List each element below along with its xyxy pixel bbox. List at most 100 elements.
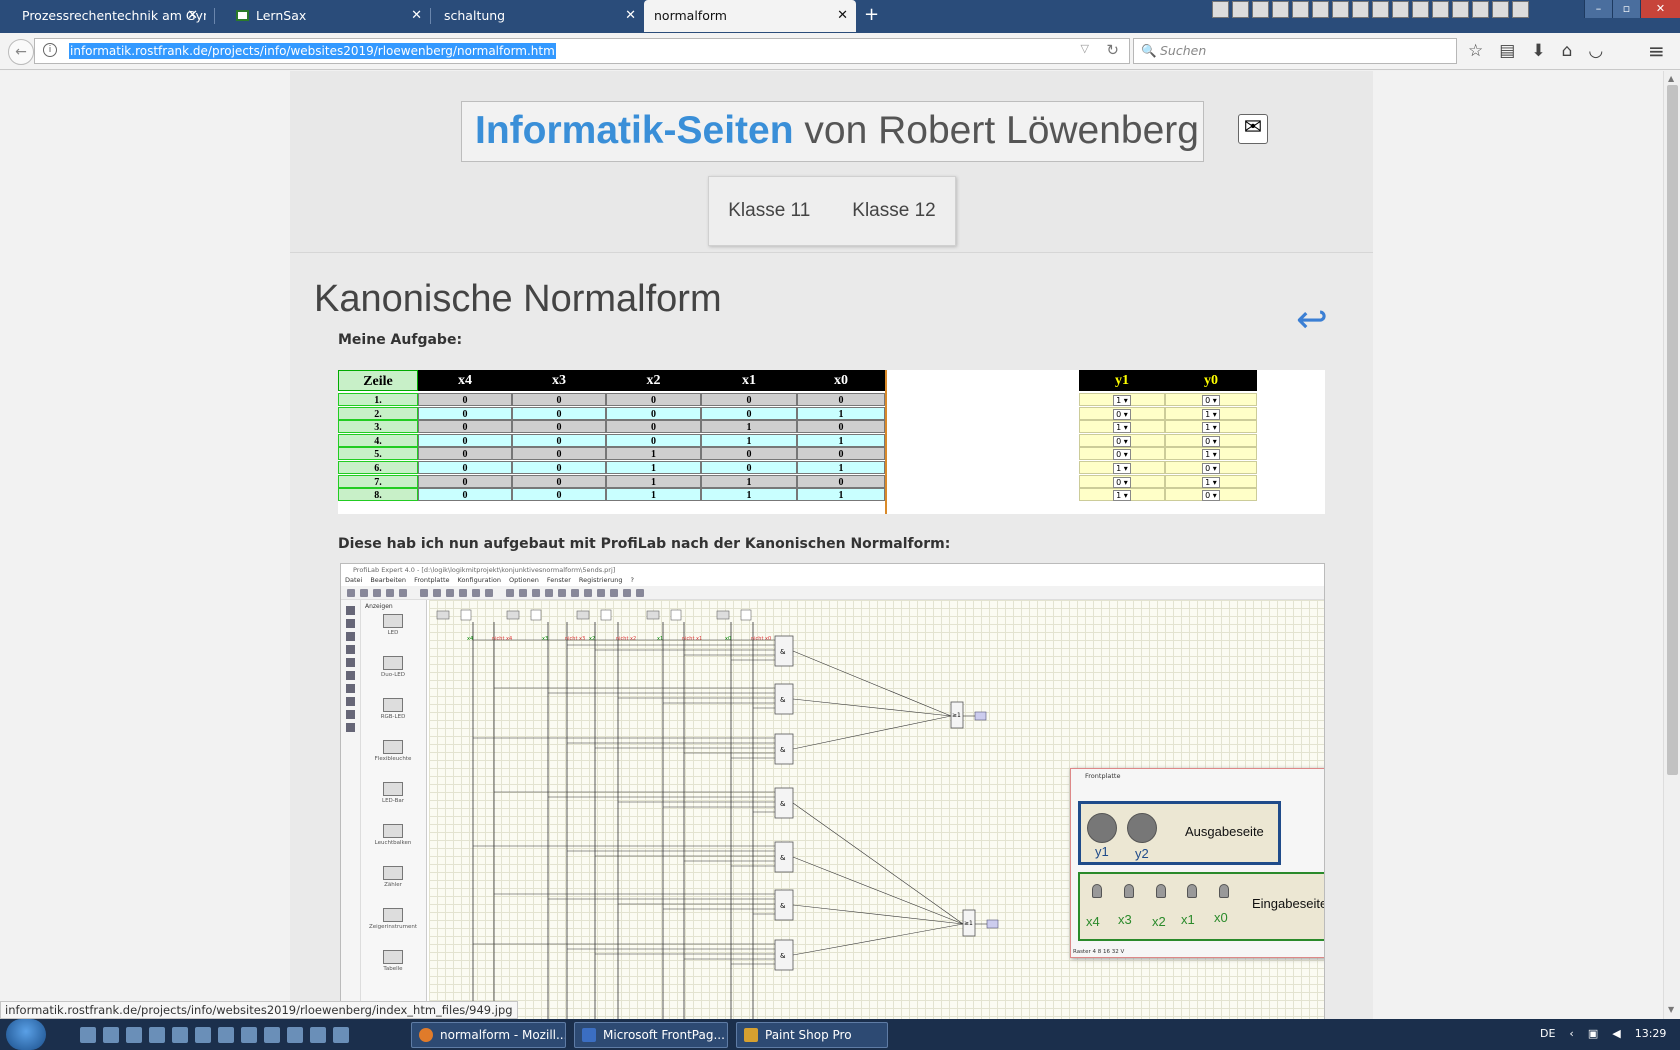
profilab-tool-icon[interactable] [433, 589, 441, 597]
tab-prozessrechentechnik[interactable]: Prozessrechentechnik am Gym... ✕ [0, 0, 206, 32]
palette-item[interactable]: Tabelle [365, 950, 421, 972]
nav-klasse-12[interactable]: Klasse 12 [852, 200, 935, 222]
reading-list-icon[interactable]: ▤ [1499, 41, 1515, 61]
profilab-tool-icon[interactable] [360, 589, 368, 597]
tool-icon[interactable] [346, 671, 355, 680]
taskbar-firefox[interactable]: normalform - Mozill... [411, 1022, 566, 1048]
output-select-y1[interactable]: 0 ▾ [1113, 435, 1131, 447]
output-select-y0[interactable]: 1 ▾ [1202, 408, 1220, 420]
profilab-menu-item[interactable]: Optionen [509, 576, 539, 584]
profilab-tool-icon[interactable] [459, 589, 467, 597]
pocket-icon[interactable]: ◡ [1588, 41, 1603, 61]
profilab-tool-icon[interactable] [386, 589, 394, 597]
output-select-y0[interactable]: 0 ▾ [1202, 395, 1220, 406]
app-icon[interactable] [195, 1027, 211, 1043]
output-select-y1[interactable]: 0 ▾ [1113, 476, 1131, 488]
app-icon[interactable] [264, 1027, 280, 1043]
app-icon[interactable] [126, 1027, 142, 1043]
app-icon[interactable] [149, 1027, 165, 1043]
taskbar-paintshop[interactable]: Paint Shop Pro [736, 1022, 888, 1048]
profilab-screenshot[interactable]: ProfiLab Expert 4.0 - [d:\logik\logikmit… [340, 563, 1325, 1019]
reply-back-arrow-icon[interactable]: ↩ [1296, 297, 1328, 341]
profilab-tool-icon[interactable] [472, 589, 480, 597]
app-icon[interactable] [310, 1027, 326, 1043]
vertical-scrollbar[interactable]: ▲ ▼ [1663, 71, 1680, 1019]
output-select-y0[interactable]: 1 ▾ [1202, 449, 1220, 461]
output-select-y1[interactable]: 1 ▾ [1113, 422, 1131, 434]
hamburger-menu-icon[interactable]: ≡ [1648, 39, 1665, 63]
tab-schaltung[interactable]: schaltung ✕ [430, 0, 644, 32]
bookmark-star-icon[interactable]: ☆ [1468, 41, 1483, 61]
close-tab-icon[interactable]: ✕ [837, 0, 848, 32]
palette-item[interactable]: Flexibleuchte [365, 740, 421, 762]
tool-icon[interactable] [346, 723, 355, 732]
input-bulb-x3[interactable] [1124, 884, 1134, 898]
tab-lernsax[interactable]: LernSax ✕ [214, 0, 430, 32]
output-select-y1[interactable]: 1 ▾ [1113, 463, 1131, 474]
volume-icon[interactable]: ◀ [1612, 1027, 1620, 1040]
profilab-menu-item[interactable]: Registrierung [579, 576, 623, 584]
app-icon[interactable] [1472, 1, 1489, 18]
input-bulb-x2[interactable] [1156, 884, 1166, 898]
profilab-tool-icon[interactable] [584, 589, 592, 597]
profilab-tool-icon[interactable] [347, 589, 355, 597]
profilab-menu-item[interactable]: Fenster [547, 576, 571, 584]
profilab-menu-item[interactable]: Konfiguration [458, 576, 501, 584]
taskbar-frontpage[interactable]: Microsoft FrontPag... [574, 1022, 728, 1048]
palette-item[interactable]: Zeigerinstrument [365, 908, 421, 930]
tool-icon[interactable] [346, 645, 355, 654]
app-icon[interactable] [1292, 1, 1309, 18]
app-icon[interactable] [1232, 1, 1249, 18]
profilab-tool-icon[interactable] [636, 589, 644, 597]
app-icon[interactable] [241, 1027, 257, 1043]
output-select-y1[interactable]: 1 ▾ [1113, 490, 1131, 502]
palette-item[interactable]: RGB-LED [365, 698, 421, 720]
profilab-menu-item[interactable]: ? [631, 576, 634, 584]
output-select-y0[interactable]: 0 ▾ [1202, 435, 1220, 447]
scrollbar-thumb[interactable] [1667, 85, 1678, 775]
tool-icon[interactable] [346, 632, 355, 641]
profilab-tool-icon[interactable] [545, 589, 553, 597]
output-select-y0[interactable]: 1 ▾ [1202, 476, 1220, 488]
input-bulb-x0[interactable] [1219, 884, 1229, 898]
close-tab-icon[interactable]: ✕ [625, 0, 636, 32]
url-bar[interactable]: i informatik.rostfrank.de/projects/info/… [34, 38, 1130, 64]
site-title[interactable]: Informatik-Seiten von Robert Löwenberg [461, 101, 1204, 162]
input-bulb-x4[interactable] [1092, 884, 1102, 898]
url-text[interactable]: informatik.rostfrank.de/projects/info/we… [69, 43, 556, 59]
app-icon[interactable] [1332, 1, 1349, 18]
app-icon[interactable] [1452, 1, 1469, 18]
palette-item[interactable]: Duo-LED [365, 656, 421, 678]
output-select-y0[interactable]: 0 ▾ [1202, 463, 1220, 474]
profilab-tool-icon[interactable] [506, 589, 514, 597]
profilab-tool-icon[interactable] [571, 589, 579, 597]
nav-klasse-11[interactable]: Klasse 11 [728, 200, 810, 222]
app-icon[interactable] [103, 1027, 119, 1043]
mail-icon[interactable] [1272, 1, 1289, 18]
app-icon[interactable] [218, 1027, 234, 1043]
output-select-y1[interactable]: 1 ▾ [1113, 395, 1131, 406]
tool-icon[interactable] [346, 710, 355, 719]
profilab-menu-item[interactable]: Datei [345, 576, 362, 584]
profilab-tool-icon[interactable] [532, 589, 540, 597]
profilab-tool-icon[interactable] [610, 589, 618, 597]
app-icon[interactable] [1352, 1, 1369, 18]
home-icon[interactable]: ⌂ [1562, 41, 1573, 61]
search-input[interactable]: 🔍 Suchen [1133, 38, 1457, 64]
excel-icon[interactable] [1432, 1, 1449, 18]
profilab-tool-icon[interactable] [399, 589, 407, 597]
word-icon[interactable] [1412, 1, 1429, 18]
profilab-tool-icon[interactable] [373, 589, 381, 597]
reload-icon[interactable]: ↻ [1106, 41, 1119, 59]
tool-icon[interactable] [346, 684, 355, 693]
palette-item[interactable]: LED [365, 614, 421, 636]
scroll-up-icon[interactable]: ▲ [1668, 74, 1674, 83]
palette-item[interactable]: Zähler [365, 866, 421, 888]
app-icon[interactable] [1372, 1, 1389, 18]
tool-icon[interactable] [346, 606, 355, 615]
start-button[interactable] [6, 1019, 46, 1050]
clock[interactable]: 13:29 [1635, 1027, 1667, 1040]
mail-icon[interactable]: ✉ [1238, 114, 1268, 144]
app-icon[interactable] [172, 1027, 188, 1043]
input-bulb-x1[interactable] [1187, 884, 1197, 898]
